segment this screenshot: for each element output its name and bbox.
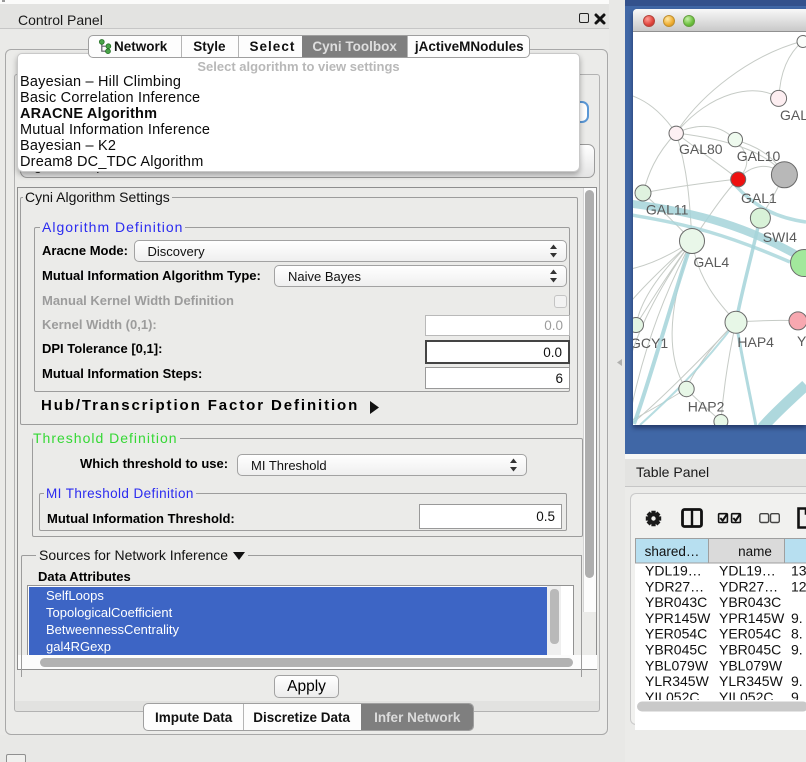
svg-text:shared…: shared… (645, 544, 700, 559)
svg-text:HAP4: HAP4 (737, 334, 774, 350)
svg-text:12: 12 (791, 578, 806, 594)
svg-text:9.: 9. (791, 673, 803, 689)
svg-text:name: name (738, 544, 772, 559)
svg-text:YDR27…: YDR27… (719, 578, 778, 594)
svg-text:13: 13 (791, 563, 806, 579)
svg-text:YLR345W: YLR345W (719, 673, 784, 689)
svg-text:YBR045C: YBR045C (645, 642, 707, 658)
svg-text:HAP2: HAP2 (688, 399, 725, 415)
svg-text:8.: 8. (791, 626, 803, 642)
svg-text:9.: 9. (791, 610, 803, 626)
svg-text:YER054C: YER054C (719, 626, 781, 642)
svg-text:GCY1: GCY1 (633, 335, 668, 351)
svg-text:YBR043C: YBR043C (645, 594, 707, 610)
svg-text:GAL10: GAL10 (737, 148, 781, 164)
svg-text:YBL079W: YBL079W (719, 657, 783, 673)
svg-text:9.: 9. (791, 642, 803, 658)
svg-text:GAL7: GAL7 (780, 107, 806, 123)
svg-text:YPR145W: YPR145W (719, 610, 785, 626)
svg-text:GAL1: GAL1 (741, 190, 777, 206)
svg-text:YM: YM (797, 333, 806, 349)
svg-text:YBL079W: YBL079W (645, 657, 709, 673)
svg-text:YPR145W: YPR145W (645, 610, 711, 626)
svg-text:GAL4: GAL4 (693, 254, 729, 270)
svg-text:SWI4: SWI4 (763, 229, 797, 245)
svg-text:GAL80: GAL80 (679, 141, 723, 157)
svg-text:YBR043C: YBR043C (719, 594, 781, 610)
svg-text:GAL11: GAL11 (646, 202, 689, 218)
svg-text:YDL19…: YDL19… (719, 563, 776, 579)
svg-text:YBR045C: YBR045C (719, 642, 781, 658)
svg-text:YLR345W: YLR345W (645, 673, 710, 689)
svg-text:YER054C: YER054C (645, 626, 707, 642)
svg-text:YDR27…: YDR27… (645, 578, 704, 594)
svg-text:YDL19…: YDL19… (645, 563, 702, 579)
